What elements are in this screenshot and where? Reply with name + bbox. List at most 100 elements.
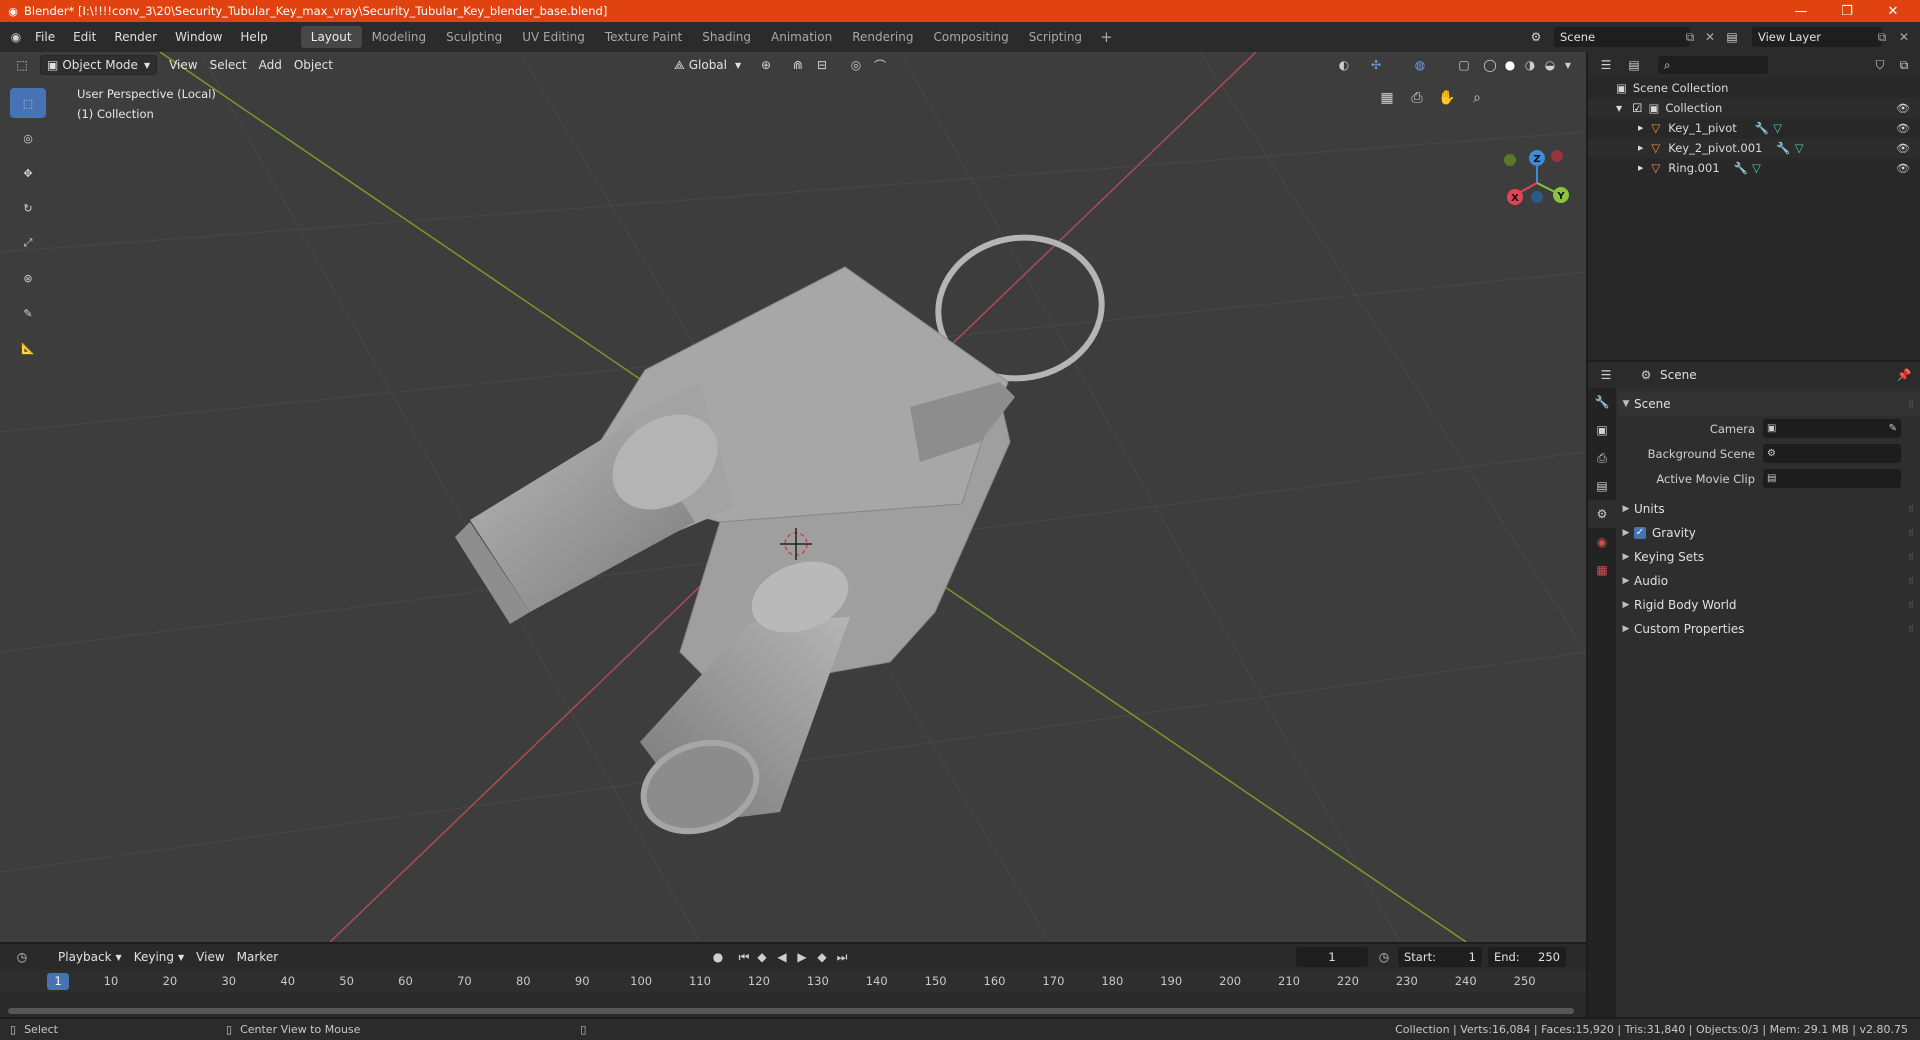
- drag-handle-icon[interactable]: ⠿: [1908, 625, 1914, 634]
- view-layer-icon[interactable]: ▤: [1722, 27, 1742, 47]
- eyedropper-icon[interactable]: ✎: [1889, 423, 1897, 434]
- tab-uv-editing[interactable]: UV Editing: [512, 26, 595, 48]
- snap-target-icon[interactable]: ⊟: [812, 55, 832, 75]
- prev-keyframe-icon[interactable]: ◆: [752, 947, 772, 967]
- view-layer-field[interactable]: View Layer: [1752, 27, 1882, 47]
- tab-shading[interactable]: Shading: [692, 26, 761, 48]
- texture-tab-icon[interactable]: ▦: [1588, 556, 1616, 584]
- scene-selector-icon[interactable]: ⚙: [1526, 27, 1546, 47]
- camera-view-icon[interactable]: ⎙: [1406, 87, 1428, 109]
- units-section[interactable]: ▶ Units ⠿: [1618, 497, 1920, 521]
- outliner-object-ring[interactable]: ▶ ▽ Ring.001 🔧 ▽ 👁: [1588, 158, 1920, 178]
- drag-handle-icon[interactable]: ⠿: [1908, 529, 1914, 538]
- menu-render[interactable]: Render: [105, 26, 166, 48]
- keying-sets-section[interactable]: ▶ Keying Sets ⠿: [1618, 545, 1920, 569]
- movie-clip-field[interactable]: ▤: [1763, 469, 1901, 488]
- next-keyframe-icon[interactable]: ◆: [812, 947, 832, 967]
- view-layer-tab-icon[interactable]: ▤: [1588, 472, 1616, 500]
- annotate-tool[interactable]: ✎: [10, 298, 46, 328]
- tool-tab-icon[interactable]: 🔧: [1588, 388, 1616, 416]
- outliner-object-key-1[interactable]: ▶ ▽ Key_1_pivot 🔧 ▽ 👁: [1588, 118, 1920, 138]
- outliner-editor-icon[interactable]: ☰: [1596, 55, 1616, 75]
- camera-field[interactable]: ▣ ✎: [1763, 419, 1901, 438]
- transform-tool[interactable]: ⊛: [10, 263, 46, 293]
- tab-sculpting[interactable]: Sculpting: [436, 26, 512, 48]
- outliner-search-input[interactable]: ⌕: [1658, 56, 1768, 74]
- eye-icon[interactable]: 👁: [1896, 122, 1910, 135]
- orientation-selector[interactable]: ⟁ Global ▼: [668, 55, 747, 75]
- menu-window[interactable]: Window: [166, 26, 231, 48]
- grid-view-icon[interactable]: ▦: [1376, 87, 1398, 109]
- drag-handle-icon[interactable]: ⠿: [1908, 505, 1914, 514]
- preview-range-icon[interactable]: ◷: [1374, 947, 1394, 967]
- zoom-icon[interactable]: ⌕: [1466, 87, 1488, 109]
- checkbox-icon[interactable]: ☑: [1632, 101, 1642, 115]
- jump-start-icon[interactable]: ⏮: [734, 947, 754, 967]
- snap-icon[interactable]: ⋒: [788, 55, 808, 75]
- select-box-tool[interactable]: ⬚: [10, 88, 46, 118]
- properties-editor-icon[interactable]: ☰: [1596, 365, 1616, 385]
- tab-rendering[interactable]: Rendering: [842, 26, 923, 48]
- viewport-menu-select[interactable]: Select: [204, 55, 253, 75]
- mode-selector[interactable]: ▣ Object Mode ▼: [40, 55, 158, 75]
- move-tool[interactable]: ✥: [10, 158, 46, 188]
- eye-icon[interactable]: 👁: [1896, 102, 1910, 115]
- xray-icon[interactable]: ▢: [1454, 55, 1474, 75]
- tab-animation[interactable]: Animation: [761, 26, 842, 48]
- viewport-menu-object[interactable]: Object: [288, 55, 339, 75]
- expand-arrow-icon[interactable]: ▶: [1638, 164, 1643, 172]
- menu-edit[interactable]: Edit: [64, 26, 105, 48]
- eye-icon[interactable]: 👁: [1896, 162, 1910, 175]
- scene-remove-icon[interactable]: ✕: [1700, 27, 1720, 47]
- viewport-menu-view[interactable]: View: [163, 55, 203, 75]
- display-mode-icon[interactable]: ▤: [1624, 55, 1644, 75]
- menu-file[interactable]: File: [26, 26, 64, 48]
- timeline-menu-marker[interactable]: Marker: [231, 947, 284, 967]
- outliner-scene-collection[interactable]: ▣ Scene Collection: [1588, 78, 1920, 98]
- view-layer-remove-icon[interactable]: ✕: [1894, 27, 1914, 47]
- timeline-menu-view[interactable]: View: [190, 947, 230, 967]
- start-frame-field[interactable]: Start: 1: [1398, 947, 1482, 967]
- rigid-body-world-section[interactable]: ▶ Rigid Body World ⠿: [1618, 593, 1920, 617]
- timeline-scrollbar[interactable]: [8, 1008, 1574, 1014]
- current-frame-indicator[interactable]: 1: [47, 973, 69, 990]
- world-tab-icon[interactable]: ◉: [1588, 528, 1616, 556]
- scene-field[interactable]: Scene: [1554, 27, 1690, 47]
- cursor-tool[interactable]: ◎: [10, 123, 46, 153]
- wireframe-shading-icon[interactable]: ◯: [1480, 55, 1500, 75]
- rendered-shading-icon[interactable]: ◒: [1540, 55, 1560, 75]
- tab-scripting[interactable]: Scripting: [1019, 26, 1092, 48]
- jump-end-icon[interactable]: ⏭: [832, 947, 852, 967]
- timeline-ruler[interactable]: 1102030405060708090100110120130140150160…: [0, 970, 1586, 992]
- menu-help[interactable]: Help: [231, 26, 276, 48]
- play-reverse-icon[interactable]: ◀: [772, 947, 792, 967]
- 3d-viewport[interactable]: Z X Y ⬚ ▣ Object Mode ▼ View Select Add …: [0, 52, 1586, 942]
- measure-tool[interactable]: 📐: [10, 333, 46, 363]
- new-collection-icon[interactable]: ⧉: [1894, 55, 1914, 75]
- solid-shading-icon[interactable]: ●: [1500, 55, 1520, 75]
- background-scene-field[interactable]: ⚙: [1763, 444, 1901, 463]
- pan-hand-icon[interactable]: ✋: [1436, 87, 1458, 109]
- tab-layout[interactable]: Layout: [300, 26, 362, 48]
- output-tab-icon[interactable]: ⎙: [1588, 444, 1616, 472]
- minimize-button[interactable]: —: [1778, 0, 1824, 22]
- play-icon[interactable]: ▶: [792, 947, 812, 967]
- timeline-menu-keying[interactable]: Keying ▼: [128, 947, 190, 967]
- scale-tool[interactable]: ⤢: [10, 228, 46, 258]
- tab-texture-paint[interactable]: Texture Paint: [595, 26, 692, 48]
- falloff-icon[interactable]: ⌒: [870, 55, 890, 75]
- view-layer-new-icon[interactable]: ⧉: [1872, 27, 1892, 47]
- custom-properties-section[interactable]: ▶ Custom Properties ⠿: [1618, 617, 1920, 641]
- close-button[interactable]: ✕: [1870, 0, 1916, 22]
- render-tab-icon[interactable]: ▣: [1588, 416, 1616, 444]
- navigation-gizmo[interactable]: Z X Y: [1504, 150, 1569, 205]
- tab-modeling[interactable]: Modeling: [362, 26, 437, 48]
- end-frame-field[interactable]: End: 250: [1488, 947, 1566, 967]
- tab-compositing[interactable]: Compositing: [923, 26, 1018, 48]
- visibility-icon[interactable]: ◐: [1334, 55, 1354, 75]
- eye-icon[interactable]: 👁: [1896, 142, 1910, 155]
- gizmo-toggle-icon[interactable]: ✣: [1366, 55, 1386, 75]
- material-shading-icon[interactable]: ◑: [1520, 55, 1540, 75]
- expand-arrow-icon[interactable]: ▶: [1638, 144, 1643, 152]
- shading-options-icon[interactable]: ▼: [1558, 55, 1578, 75]
